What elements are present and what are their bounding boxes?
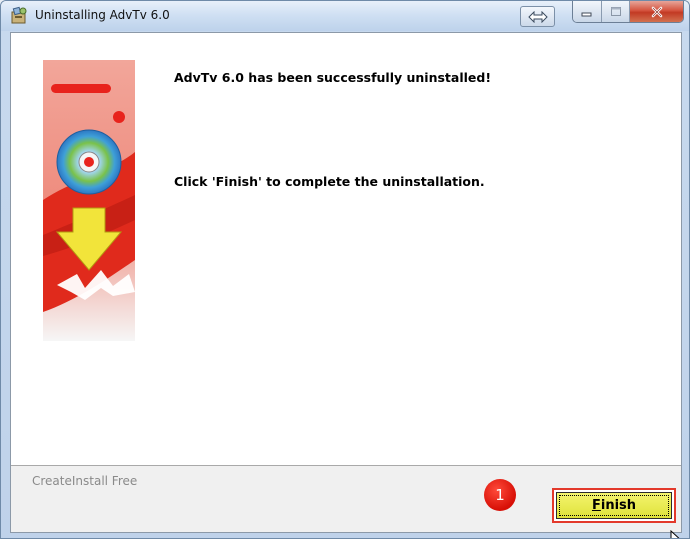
window-controls (572, 1, 684, 23)
finish-button[interactable]: Finish (556, 492, 672, 519)
finish-accelerator: F (591, 498, 601, 513)
resize-button[interactable] (520, 6, 555, 27)
step-badge: 1 (484, 479, 516, 511)
minimize-icon (581, 12, 592, 16)
success-message: AdvTv 6.0 has been successfully uninstal… (174, 70, 492, 85)
content-panel: AdvTv 6.0 has been successfully uninstal… (11, 33, 681, 466)
uninstaller-window: Uninstalling AdvTv 6.0 AdvTv 6.0 has bee… (0, 0, 690, 539)
maximize-button[interactable] (602, 1, 630, 22)
mouse-pointer-icon (670, 530, 680, 538)
close-button[interactable] (630, 1, 683, 22)
maximize-icon (610, 7, 621, 16)
minimize-button[interactable] (573, 1, 602, 22)
title-bar[interactable]: Uninstalling AdvTv 6.0 (1, 1, 689, 31)
window-title: Uninstalling AdvTv 6.0 (35, 8, 170, 22)
close-icon (651, 6, 662, 17)
installer-brand-label: CreateInstall Free (32, 474, 138, 488)
dialog-client-area: AdvTv 6.0 has been successfully uninstal… (10, 32, 682, 538)
resize-arrows-icon (527, 10, 548, 23)
finish-label: inish (600, 498, 637, 513)
installer-icon (9, 6, 29, 26)
finish-button-highlight: Finish (552, 488, 676, 523)
instruction-message: Click 'Finish' to complete the uninstall… (174, 174, 485, 189)
uninstall-disc-banner (43, 60, 135, 341)
